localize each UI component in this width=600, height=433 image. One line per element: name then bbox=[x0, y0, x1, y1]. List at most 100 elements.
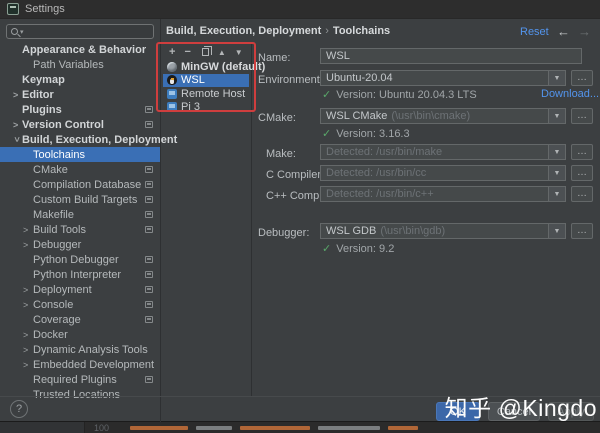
sidebar-item-label: Python Debugger bbox=[33, 253, 119, 266]
chevron-down-icon[interactable]: ▼ bbox=[548, 145, 565, 159]
editor-text-fragment bbox=[388, 426, 418, 430]
chevron-right-icon[interactable]: > bbox=[23, 345, 31, 354]
sidebar-item-label: Editor bbox=[22, 88, 54, 101]
chevron-right-icon[interactable]: > bbox=[13, 90, 21, 99]
back-arrow-icon[interactable]: ← bbox=[557, 24, 570, 39]
sidebar-item-makefile[interactable]: Makefile bbox=[0, 207, 160, 222]
sidebar-item-custom-build-targets[interactable]: Custom Build Targets bbox=[0, 192, 160, 207]
sidebar-item-label: Appearance & Behavior bbox=[22, 43, 147, 56]
editor-line-number: 100 bbox=[94, 423, 110, 433]
settings-sync-badge-icon bbox=[145, 226, 153, 233]
sidebar-item-label: Dynamic Analysis Tools bbox=[33, 343, 148, 356]
debugger-browse-button[interactable]: … bbox=[571, 223, 593, 239]
editor-text-fragment bbox=[130, 426, 188, 430]
sidebar-item-editor[interactable]: > Editor bbox=[0, 87, 160, 102]
editor-text-fragment bbox=[196, 426, 232, 430]
environment-select[interactable]: Ubuntu-20.04 ▼ bbox=[320, 70, 566, 86]
sidebar-item-console[interactable]: > Console bbox=[0, 297, 160, 312]
sidebar-item-appearance-behavior[interactable]: Appearance & Behavior bbox=[0, 42, 160, 57]
chevron-right-icon[interactable]: > bbox=[23, 360, 31, 369]
chevron-right-icon[interactable]: > bbox=[23, 300, 31, 309]
cmake-browse-button[interactable]: … bbox=[571, 108, 593, 124]
zhihu-watermark: 知乎 @Kingdo bbox=[444, 395, 597, 421]
name-input[interactable]: WSL bbox=[320, 48, 582, 64]
cpp-compiler-value: Detected: /usr/bin/c++ bbox=[326, 188, 434, 200]
breadcrumb: Build, Execution, Deployment › Toolchains bbox=[166, 25, 390, 37]
settings-sync-badge-icon bbox=[145, 316, 153, 323]
settings-sync-badge-icon bbox=[145, 271, 153, 278]
chevron-down-icon[interactable]: ▼ bbox=[548, 187, 565, 201]
sidebar-item-plugins[interactable]: Plugins bbox=[0, 102, 160, 117]
sidebar-item-required-plugins[interactable]: Required Plugins bbox=[0, 372, 160, 387]
sidebar-item-label: Path Variables bbox=[33, 58, 104, 71]
sidebar-item-label: Plugins bbox=[22, 103, 62, 116]
settings-sync-badge-icon bbox=[145, 211, 153, 218]
make-select[interactable]: Detected: /usr/bin/make ▼ bbox=[320, 144, 566, 160]
chevron-right-icon[interactable]: > bbox=[23, 285, 31, 294]
sidebar-item-keymap[interactable]: Keymap bbox=[0, 72, 160, 87]
dialog-surface: Settings ▾ Appearance & Behavior Path Var… bbox=[0, 0, 600, 422]
sidebar-item-deployment[interactable]: > Deployment bbox=[0, 282, 160, 297]
breadcrumb-current: Toolchains bbox=[332, 25, 391, 37]
sidebar-item-label: Toolchains bbox=[33, 148, 85, 161]
c-compiler-browse-button[interactable]: … bbox=[571, 165, 593, 181]
environment-value: Ubuntu-20.04 bbox=[326, 72, 393, 84]
sidebar-item-compilation-database[interactable]: Compilation Database bbox=[0, 177, 160, 192]
sidebar-item-label: Debugger bbox=[33, 238, 82, 251]
debugger-value: WSL GDB bbox=[326, 225, 377, 237]
sidebar-item-docker[interactable]: > Docker bbox=[0, 327, 160, 342]
settings-sync-badge-icon bbox=[145, 181, 153, 188]
breadcrumb-path[interactable]: Build, Execution, Deployment bbox=[166, 25, 321, 37]
background-editor-strip: 100 bbox=[0, 422, 600, 433]
cpp-compiler-select[interactable]: Detected: /usr/bin/c++ ▼ bbox=[320, 186, 566, 202]
sidebar-item-label: Keymap bbox=[22, 73, 65, 86]
make-value: Detected: /usr/bin/make bbox=[326, 146, 443, 158]
sidebar-item-trusted-locations[interactable]: Trusted Locations bbox=[0, 387, 160, 402]
sidebar-item-build-execution-deployment[interactable]: > Build, Execution, Deployment bbox=[0, 132, 177, 147]
chevron-right-icon[interactable]: > bbox=[23, 240, 31, 249]
sidebar-item-dynamic-analysis-tools[interactable]: > Dynamic Analysis Tools bbox=[0, 342, 160, 357]
cmake-select[interactable]: WSL CMake (\usr\bin\cmake) ▼ bbox=[320, 108, 566, 124]
chevron-down-icon[interactable]: ▼ bbox=[548, 224, 565, 238]
chevron-down-icon[interactable]: ▼ bbox=[548, 109, 565, 123]
chevron-down-icon[interactable]: ▼ bbox=[548, 166, 565, 180]
name-label: Name: bbox=[258, 52, 291, 64]
editor-text-fragment bbox=[240, 426, 310, 430]
environment-browse-button[interactable]: … bbox=[571, 70, 593, 86]
cpp-compiler-browse-button[interactable]: … bbox=[571, 186, 593, 202]
settings-sync-badge-icon bbox=[145, 286, 153, 293]
debugger-select[interactable]: WSL GDB (\usr\bin\gdb) ▼ bbox=[320, 223, 566, 239]
chevron-down-icon[interactable]: ▼ bbox=[548, 71, 565, 85]
chevron-right-icon[interactable]: > bbox=[13, 120, 21, 129]
sidebar-item-python-debugger[interactable]: Python Debugger bbox=[0, 252, 160, 267]
c-compiler-label: C Compiler: bbox=[266, 169, 325, 181]
reset-link[interactable]: Reset bbox=[520, 26, 549, 38]
check-icon: ✓ bbox=[322, 89, 332, 101]
chevron-down-icon[interactable]: > bbox=[12, 136, 22, 144]
help-button[interactable]: ? bbox=[10, 400, 28, 418]
download-link[interactable]: Download... bbox=[541, 88, 599, 100]
sidebar-item-embedded-development[interactable]: > Embedded Development bbox=[0, 357, 160, 372]
check-icon: ✓ bbox=[322, 128, 332, 140]
settings-sync-badge-icon bbox=[145, 166, 153, 173]
sidebar-item-label: Compilation Database bbox=[33, 178, 142, 191]
debugger-path: (\usr\bin\gdb) bbox=[380, 225, 446, 237]
make-browse-button[interactable]: … bbox=[571, 144, 593, 160]
search-input[interactable]: ▾ bbox=[6, 24, 154, 39]
sidebar-item-build-tools[interactable]: > Build Tools bbox=[0, 222, 160, 237]
sidebar-item-version-control[interactable]: > Version Control bbox=[0, 117, 160, 132]
sidebar-item-path-variables[interactable]: Path Variables bbox=[0, 57, 160, 72]
sidebar-item-coverage[interactable]: Coverage bbox=[0, 312, 160, 327]
sidebar-item-cmake[interactable]: CMake bbox=[0, 162, 160, 177]
cmake-version: Version: 3.16.3 bbox=[336, 127, 410, 140]
chevron-right-icon[interactable]: > bbox=[23, 225, 31, 234]
forward-arrow-icon: → bbox=[578, 24, 591, 39]
chevron-right-icon[interactable]: > bbox=[23, 330, 31, 339]
c-compiler-select[interactable]: Detected: /usr/bin/cc ▼ bbox=[320, 165, 566, 181]
sidebar-item-label: Console bbox=[33, 298, 74, 311]
sidebar-item-debugger[interactable]: > Debugger bbox=[0, 237, 160, 252]
settings-sync-badge-icon bbox=[145, 106, 153, 113]
sidebar-item-python-interpreter[interactable]: Python Interpreter bbox=[0, 267, 160, 282]
sidebar-item-toolchains[interactable]: Toolchains bbox=[0, 147, 160, 162]
settings-sync-badge-icon bbox=[145, 256, 153, 263]
